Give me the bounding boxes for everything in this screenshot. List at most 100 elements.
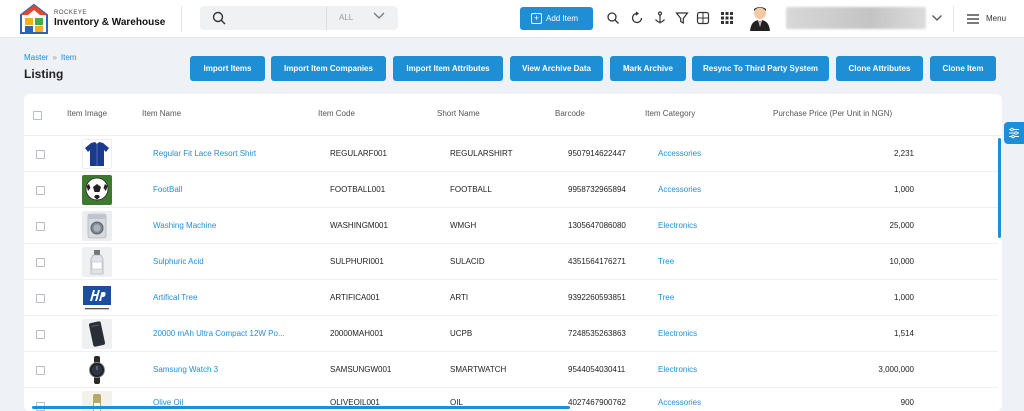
item-category-link[interactable]: Tree [658, 257, 674, 266]
table-row[interactable]: Washing Machine WASHINGM001 WMGH 1305647… [24, 208, 998, 244]
column-header-barcode[interactable]: Barcode [555, 109, 585, 118]
row-checkbox[interactable] [36, 330, 45, 339]
row-checkbox[interactable] [36, 366, 45, 375]
purchase-price: 1,514 [893, 329, 914, 338]
item-name-link[interactable]: Artifical Tree [153, 293, 197, 302]
item-category-link[interactable]: Accessories [658, 149, 701, 158]
shirt-image [82, 139, 112, 169]
table-row[interactable]: FootBall FOOTBALL001 FOOTBALL 9958732965… [24, 172, 998, 208]
import-items-button[interactable]: Import Items [190, 56, 265, 81]
sliders-icon [1009, 127, 1019, 139]
table-row[interactable]: Samsung Watch 3 SAMSUNGW001 SMARTWATCH 9… [24, 352, 998, 388]
table-row[interactable]: 20000 mAh Ultra Compact 12W Po... 20000M… [24, 316, 998, 352]
column-header-purchase-price[interactable]: Purchase Price (Per Unit in NGN) [773, 109, 892, 118]
column-header-item-image[interactable]: Item Image [67, 109, 107, 118]
short-name: WMGH [450, 221, 477, 230]
mark-archive-button[interactable]: Mark Archive [610, 56, 686, 81]
company-selector[interactable] [786, 7, 926, 29]
header-divider [181, 6, 182, 32]
table-row[interactable]: Sulphuric Acid SULPHURI001 SULACID 43515… [24, 244, 998, 280]
column-header-item-code[interactable]: Item Code [318, 109, 355, 118]
item-code: WASHINGM001 [330, 221, 388, 230]
item-name-link[interactable]: Regular Fit Lace Resort Shirt [153, 149, 256, 158]
hp-logo-image [82, 283, 112, 313]
short-name: SULACID [450, 257, 485, 266]
search-input[interactable] [232, 9, 322, 27]
item-name-link[interactable]: Washing Machine [153, 221, 216, 230]
anchor-icon[interactable] [653, 11, 667, 25]
acid-bottle-image [82, 247, 112, 277]
barcode: 9507914622447 [568, 149, 626, 158]
vertical-scrollbar[interactable] [998, 138, 1001, 238]
refresh-icon[interactable] [630, 11, 644, 25]
row-checkbox[interactable] [36, 258, 45, 267]
item-category-link[interactable]: Electronics [658, 365, 697, 374]
short-name: FOOTBALL [450, 185, 492, 194]
purchase-price: 1,000 [893, 185, 914, 194]
item-category-link[interactable]: Electronics [658, 221, 697, 230]
chevron-down-icon[interactable] [931, 13, 943, 23]
item-category-link[interactable]: Accessories [658, 185, 701, 194]
item-name-link[interactable]: Sulphuric Acid [153, 257, 204, 266]
row-checkbox[interactable] [36, 294, 45, 303]
purchase-price: 10,000 [889, 257, 914, 266]
table-row[interactable]: Regular Fit Lace Resort Shirt REGULARF00… [24, 136, 998, 172]
item-name-link[interactable]: Samsung Watch 3 [153, 365, 218, 374]
settings-panel-toggle[interactable] [1004, 122, 1024, 144]
barcode: 9544054030411 [568, 365, 626, 374]
brand-tagline: ROCKEYE [54, 10, 87, 16]
short-name: REGULARSHIRT [450, 149, 513, 158]
short-name: UCPB [450, 329, 473, 338]
app-title: Inventory & Warehouse [54, 17, 166, 28]
clone-attributes-button[interactable]: Clone Attributes [836, 56, 923, 81]
purchase-price: 900 [900, 398, 914, 407]
column-header-short-name[interactable]: Short Name [437, 109, 480, 118]
user-avatar-icon[interactable] [749, 5, 771, 31]
breadcrumb-separator-icon: » [52, 53, 57, 62]
calculator-icon[interactable] [696, 11, 710, 25]
table-header: Item Image Item Name Item Code Short Nam… [24, 94, 1002, 136]
chevron-down-icon[interactable] [372, 11, 386, 21]
item-name-link[interactable]: 20000 mAh Ultra Compact 12W Po... [153, 329, 285, 338]
row-checkbox[interactable] [36, 150, 45, 159]
horizontal-scrollbar[interactable] [32, 406, 570, 409]
select-all-checkbox[interactable] [33, 111, 42, 120]
search-icon[interactable] [606, 11, 620, 25]
page-title: Listing [24, 67, 64, 81]
plus-icon: + [531, 13, 542, 24]
clone-item-button[interactable]: Clone Item [930, 56, 996, 81]
filter-icon[interactable] [675, 11, 689, 25]
short-name: ARTI [450, 293, 469, 302]
item-category-link[interactable]: Accessories [658, 398, 701, 407]
import-item-companies-button[interactable]: Import Item Companies [271, 56, 386, 81]
breadcrumb-master[interactable]: Master [24, 53, 48, 62]
purchase-price: 25,000 [889, 221, 914, 230]
item-code: ARTIFICA001 [330, 293, 380, 302]
apps-grid-icon[interactable] [720, 11, 734, 25]
powerbank-image [82, 319, 112, 349]
column-header-item-name[interactable]: Item Name [142, 109, 181, 118]
row-checkbox[interactable] [36, 222, 45, 231]
item-code: SAMSUNGW001 [330, 365, 392, 374]
row-checkbox[interactable] [36, 186, 45, 195]
search-divider [326, 6, 327, 30]
item-code: FOOTBALL001 [330, 185, 386, 194]
item-name-link[interactable]: FootBall [153, 185, 182, 194]
view-archive-data-button[interactable]: View Archive Data [510, 56, 603, 81]
barcode: 9958732965894 [568, 185, 626, 194]
breadcrumb-item[interactable]: Item [61, 53, 77, 62]
item-category-link[interactable]: Electronics [658, 329, 697, 338]
menu-button[interactable]: Menu [966, 12, 1012, 26]
item-category-link[interactable]: Tree [658, 293, 674, 302]
barcode: 4351564176271 [568, 257, 626, 266]
column-header-item-category[interactable]: Item Category [645, 109, 695, 118]
menu-label: Menu [986, 14, 1007, 23]
items-table: Item Image Item Name Item Code Short Nam… [24, 94, 1002, 411]
search-scope-select[interactable]: ALL [339, 13, 353, 22]
search-icon[interactable] [212, 11, 226, 25]
barcode: 1305647086080 [568, 221, 626, 230]
import-item-attributes-button[interactable]: Import Item Attributes [393, 56, 503, 81]
table-row[interactable]: Artifical Tree ARTIFICA001 ARTI 93922605… [24, 280, 998, 316]
resync-third-party-button[interactable]: Resync To Third Party System [692, 56, 829, 81]
add-item-button[interactable]: + Add Item [520, 7, 593, 30]
